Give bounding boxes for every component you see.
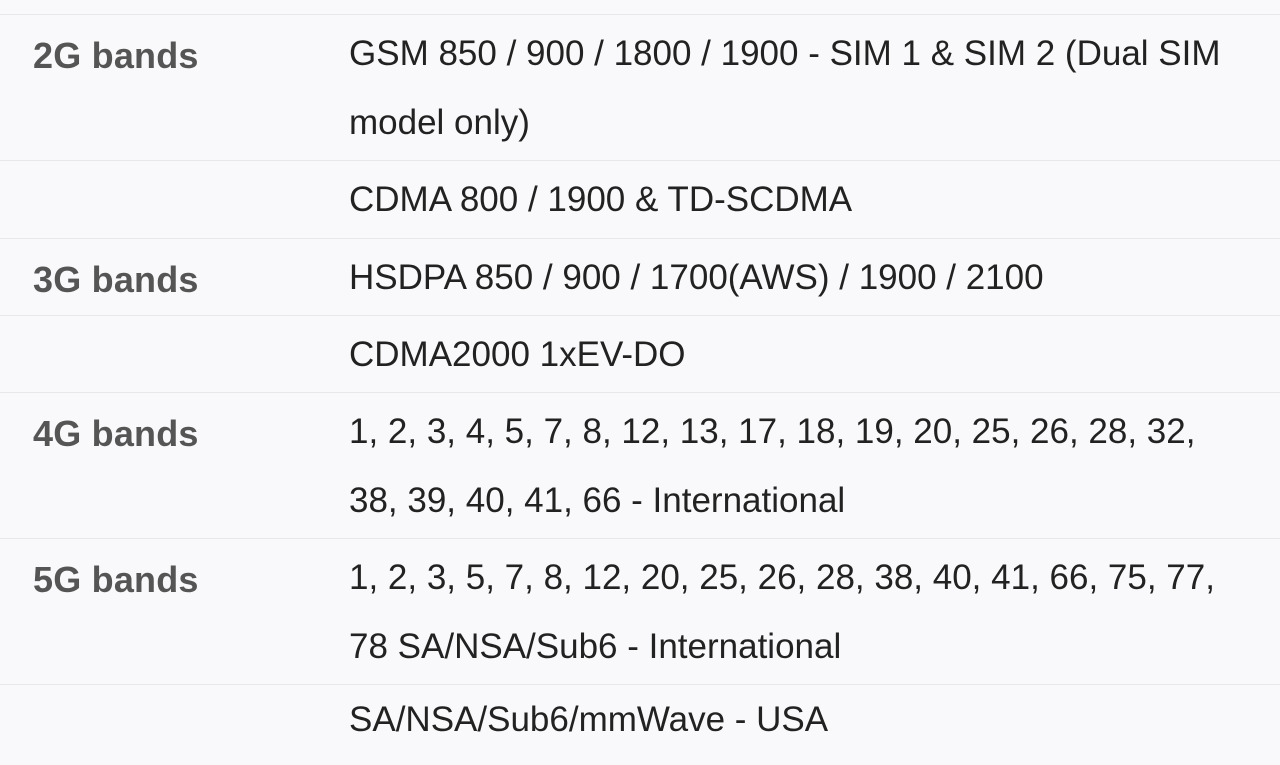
spec-label: 4G bands bbox=[33, 413, 199, 454]
spec-value: CDMA2000 1xEV-DO bbox=[349, 335, 686, 374]
spec-value: CDMA 800 / 1900 & TD-SCDMA bbox=[349, 180, 853, 219]
spec-value: HSDPA 850 / 900 / 1700(AWS) / 1900 / 210… bbox=[349, 258, 1044, 297]
spec-label: 2G bands bbox=[33, 35, 199, 76]
spec-row-4g: 4G bands 1, 2, 3, 4, 5, 7, 8, 12, 13, 17… bbox=[0, 392, 1280, 539]
spec-row-5g: 5G bands 1, 2, 3, 5, 7, 8, 12, 20, 25, 2… bbox=[0, 538, 1280, 685]
spec-row-2g: 2G bands GSM 850 / 900 / 1800 / 1900 - S… bbox=[0, 14, 1280, 161]
spec-value: 1, 2, 3, 5, 7, 8, 12, 20, 25, 26, 28, 38… bbox=[349, 558, 1215, 666]
spec-value: GSM 850 / 900 / 1800 / 1900 - SIM 1 & SI… bbox=[349, 34, 1221, 142]
spec-value: 1, 2, 3, 4, 5, 7, 8, 12, 13, 17, 18, 19,… bbox=[349, 412, 1196, 520]
spec-row-cdma2000: CDMA2000 1xEV-DO bbox=[0, 315, 1280, 393]
spec-row-5g-usa: SA/NSA/Sub6/mmWave - USA bbox=[0, 684, 1280, 765]
spec-row-cdma: CDMA 800 / 1900 & TD-SCDMA bbox=[0, 160, 1280, 239]
spec-label: 3G bands bbox=[33, 259, 199, 300]
spec-row-3g: 3G bands HSDPA 850 / 900 / 1700(AWS) / 1… bbox=[0, 238, 1280, 316]
spec-label: 5G bands bbox=[33, 559, 199, 600]
